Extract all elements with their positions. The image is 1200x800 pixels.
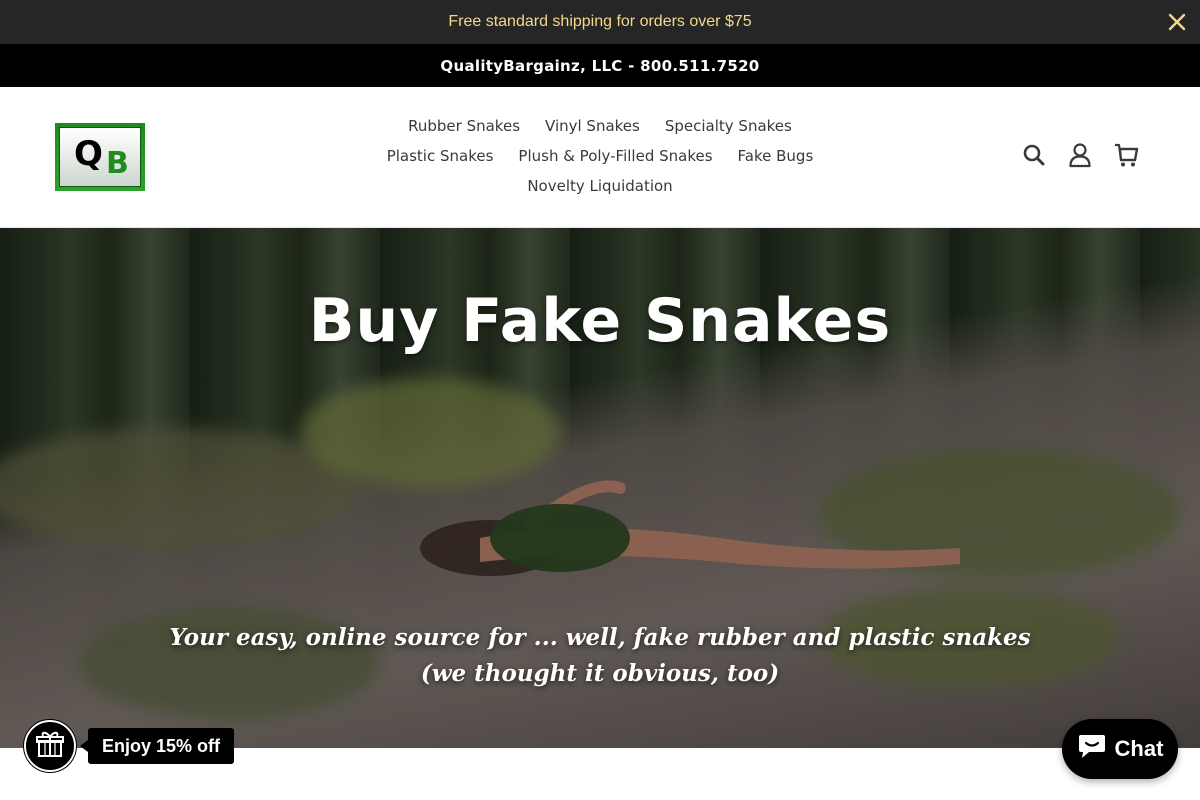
- promo-text: Enjoy 15% off: [102, 736, 221, 756]
- hero-banner: Buy Fake Snakes Your easy, online source…: [0, 228, 1200, 748]
- nav-link-plastic-snakes[interactable]: Plastic Snakes: [387, 141, 494, 171]
- close-icon[interactable]: [1166, 11, 1188, 33]
- site-logo[interactable]: Q B: [55, 123, 145, 191]
- nav-link-novelty-liquidation[interactable]: Novelty Liquidation: [527, 171, 672, 201]
- nav-link-specialty-snakes[interactable]: Specialty Snakes: [665, 111, 792, 141]
- nav-link-plush-snakes[interactable]: Plush & Poly-Filled Snakes: [518, 141, 712, 171]
- promo-tooltip[interactable]: Enjoy 15% off: [79, 728, 235, 764]
- company-text: QualityBargainz, LLC - 800.511.7520: [440, 56, 760, 75]
- logo-letter-q: Q: [74, 134, 103, 174]
- announcement-text: Free standard shipping for orders over $…: [448, 13, 752, 30]
- nav-link-vinyl-snakes[interactable]: Vinyl Snakes: [545, 111, 640, 141]
- gift-icon: [35, 729, 65, 763]
- site-header: Q B Rubber Snakes Vinyl Snakes Specialty…: [0, 87, 1200, 228]
- company-bar: QualityBargainz, LLC - 800.511.7520: [0, 44, 1200, 87]
- hero-subtitle-line-1: Your easy, online source for ... well, f…: [169, 624, 1031, 651]
- logo-letter-b: B: [106, 146, 129, 181]
- rewards-gift-button[interactable]: [24, 720, 76, 772]
- nav-row-1: Rubber Snakes Vinyl Snakes Specialty Sna…: [340, 111, 860, 141]
- header-icons: [1020, 141, 1140, 169]
- hero-subtitle: Your easy, online source for ... well, f…: [0, 620, 1200, 692]
- search-icon[interactable]: [1020, 141, 1048, 169]
- chat-label: Chat: [1114, 736, 1164, 761]
- main-nav: Rubber Snakes Vinyl Snakes Specialty Sna…: [340, 111, 860, 201]
- nav-row-2: Plastic Snakes Plush & Poly-Filled Snake…: [340, 141, 860, 171]
- cart-icon[interactable]: [1112, 141, 1140, 169]
- chat-bubble-icon: [1077, 732, 1107, 766]
- chat-button[interactable]: Chat: [1062, 719, 1178, 779]
- hero-title: Buy Fake Snakes: [308, 286, 892, 356]
- nav-row-3: Novelty Liquidation: [340, 171, 860, 201]
- announcement-bar: Free standard shipping for orders over $…: [0, 0, 1200, 44]
- account-icon[interactable]: [1066, 141, 1094, 169]
- logo-box: Q B: [59, 127, 141, 187]
- nav-link-fake-bugs[interactable]: Fake Bugs: [738, 141, 814, 171]
- nav-link-rubber-snakes[interactable]: Rubber Snakes: [408, 111, 520, 141]
- hero-subtitle-line-2: (we thought it obvious, too): [420, 660, 780, 687]
